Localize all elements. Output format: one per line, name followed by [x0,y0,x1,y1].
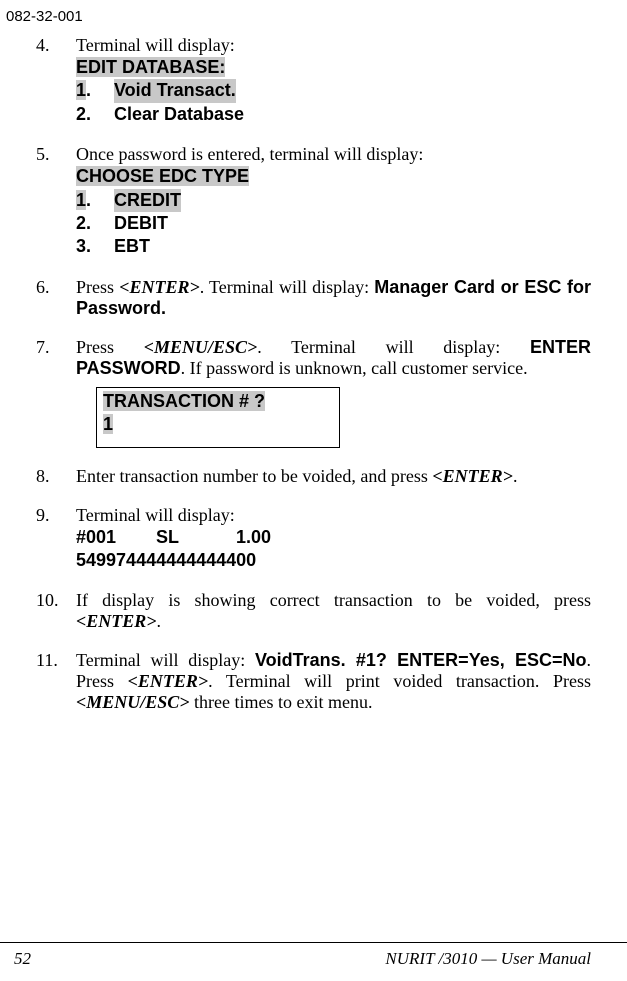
opt-num: 2 [76,104,86,124]
opt-label: Void Transact. [114,79,236,102]
list-num: 9. [36,505,76,573]
key-menu-esc: <MENU/ESC> [76,692,190,712]
list-item-5: 5. Once password is entered, terminal wi… [36,144,591,259]
text: Enter transaction number to be voided, a… [76,466,432,486]
db-title: EDIT DATABASE: [76,57,225,77]
text: three times to exit menu. [190,692,373,712]
list-body: If display is showing correct transactio… [76,590,591,632]
box-line: TRANSACTION # ? [103,391,265,411]
edc-title: CHOOSE EDC TYPE [76,166,249,186]
list-body: Once password is entered, terminal will … [76,144,591,259]
opt-dot: . [86,190,91,210]
opt-num: 3 [76,236,86,256]
text: . [513,466,518,486]
text: . [157,611,162,631]
list-num: 11. [36,650,76,713]
text: Once password is entered, terminal will … [76,144,423,164]
list-item-7: 7. Press <MENU/ESC>. Terminal will displ… [36,337,591,379]
key-enter: <ENTER> [128,671,209,691]
opt-dot: . [86,104,91,124]
list-num: 5. [36,144,76,259]
box-line: 1 [103,414,113,434]
terminal-msg: VoidTrans. #1? ENTER=Yes, ESC=No [255,650,587,670]
list-body: Press <MENU/ESC>. Terminal will display:… [76,337,591,379]
list-body: Terminal will display: VoidTrans. #1? EN… [76,650,591,713]
trans-amt: 1.00 [236,527,271,547]
list-item-4: 4. Terminal will display: EDIT DATABASE:… [36,35,591,126]
doc-code: 082-32-001 [0,0,627,25]
list-body: Enter transaction number to be voided, a… [76,466,591,487]
text: . Terminal will display: [257,337,530,357]
footer-title: NURIT /3010 — User Manual [385,949,591,969]
text: If display is showing correct transactio… [76,590,591,610]
text: Terminal will display: [76,650,255,670]
opt-label: EBT [114,235,150,258]
list-num: 8. [36,466,76,487]
text: . Terminal will display: [200,277,375,297]
list-body: Press <ENTER>. Terminal will display: Ma… [76,277,591,319]
list-item-6: 6. Press <ENTER>. Terminal will display:… [36,277,591,319]
opt-label: DEBIT [114,212,168,235]
page-number: 52 [14,949,31,969]
key-enter: <ENTER> [76,611,157,631]
opt-num: 2 [76,213,86,233]
list-num: 6. [36,277,76,319]
trans-type: SL [156,526,236,549]
key-enter: <ENTER> [119,277,200,297]
list-item-11: 11. Terminal will display: VoidTrans. #1… [36,650,591,713]
text: Terminal will display: [76,505,235,525]
list-item-9: 9. Terminal will display: #001SL1.00 549… [36,505,591,573]
list-num: 7. [36,337,76,379]
opt-label: CREDIT [114,189,181,212]
opt-dot: . [86,236,91,256]
page-footer: 52 NURIT /3010 — User Manual [0,942,627,969]
terminal-msg: ENTER [530,337,591,357]
list-num: 10. [36,590,76,632]
opt-num: 1 [76,190,86,210]
page-content: 4. Terminal will display: EDIT DATABASE:… [0,25,627,713]
text: Press [76,277,119,297]
terminal-msg: PASSWORD [76,358,181,378]
opt-label: Clear Database [114,103,244,126]
list-body: Terminal will display: #001SL1.00 549974… [76,505,591,573]
trans-card: 549974444444444400 [76,549,591,572]
text: Terminal will display: [76,35,235,55]
list-item-8: 8. Enter transaction number to be voided… [36,466,591,487]
opt-num: 1 [76,80,86,100]
terminal-display-box: TRANSACTION # ? 1 [96,387,340,448]
list-body: Terminal will display: EDIT DATABASE: 1.… [76,35,591,126]
list-item-10: 10. If display is showing correct transa… [36,590,591,632]
key-menu-esc: <MENU/ESC> [144,337,258,357]
text: . If password is unknown, call customer … [181,358,528,378]
key-enter: <ENTER> [432,466,513,486]
trans-id: #001 [76,526,156,549]
opt-dot: . [86,80,91,100]
list-num: 4. [36,35,76,126]
text: Press [76,337,144,357]
text: . Terminal will print voided transaction… [208,671,591,691]
opt-dot: . [86,213,91,233]
